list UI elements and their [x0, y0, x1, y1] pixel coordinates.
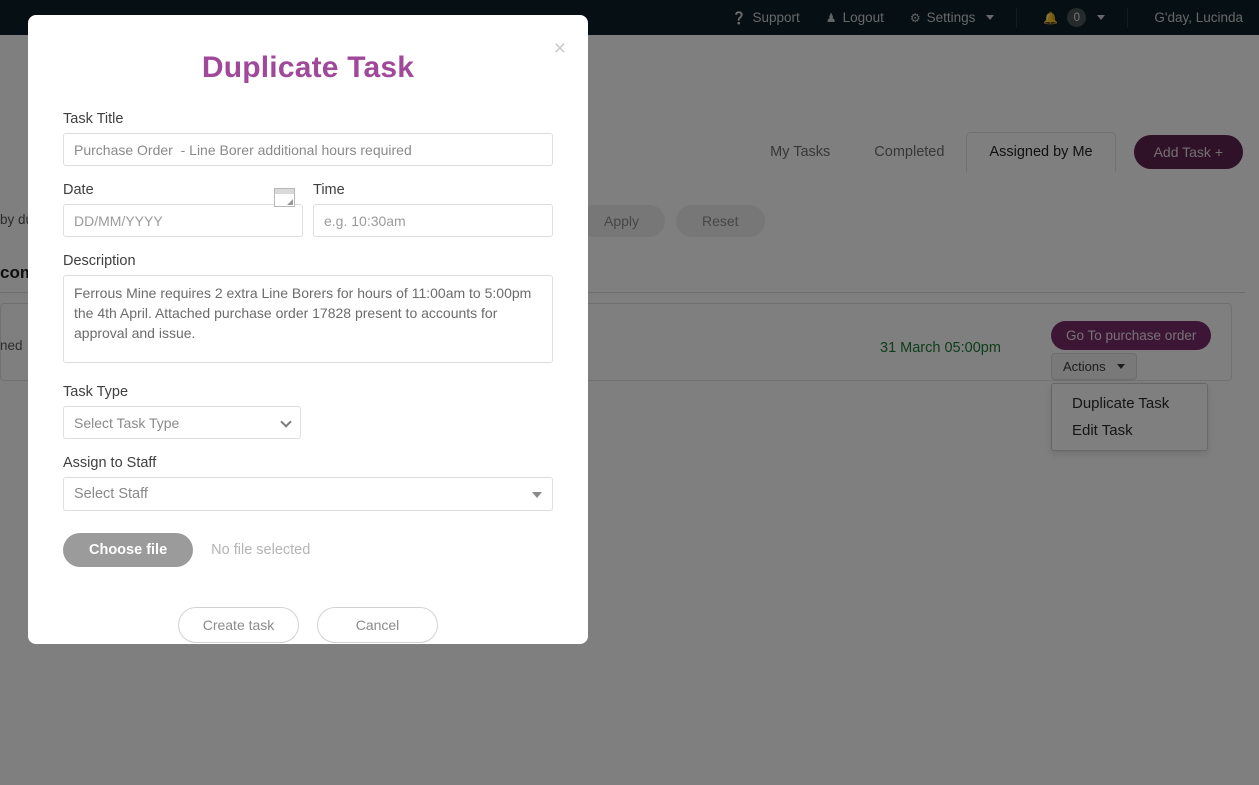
modal-action-buttons: Create task Cancel	[63, 607, 553, 643]
duplicate-task-modal: × Duplicate Task Task Title Date Time	[28, 15, 588, 644]
description-textarea[interactable]: Ferrous Mine requires 2 extra Line Borer…	[63, 275, 553, 363]
field-date: Date	[63, 182, 303, 237]
assign-staff-select[interactable]: Select Staff	[63, 477, 553, 511]
task-type-label: Task Type	[63, 384, 129, 400]
file-status-label: No file selected	[211, 542, 311, 558]
modal-body: Task Title Date Time Description Ferrous…	[28, 111, 588, 643]
task-type-select-wrapper: Select Task Type	[63, 406, 301, 439]
choose-file-button[interactable]: Choose file	[63, 533, 194, 567]
task-title-input[interactable]	[63, 133, 553, 166]
create-task-button[interactable]: Create task	[178, 607, 299, 643]
date-label: Date	[63, 182, 94, 198]
time-input[interactable]	[313, 204, 553, 237]
field-assign-staff: Assign to Staff Select Staff	[63, 455, 553, 511]
close-icon[interactable]: ×	[548, 37, 572, 60]
assign-staff-selected-value: Select Staff	[74, 486, 148, 502]
file-upload-row: Choose file No file selected	[63, 533, 553, 567]
cancel-button[interactable]: Cancel	[317, 607, 438, 643]
field-description: Description Ferrous Mine requires 2 extr…	[63, 253, 553, 368]
assign-staff-label: Assign to Staff	[63, 455, 157, 471]
field-date-time-row: Date Time	[63, 182, 553, 237]
date-input[interactable]	[63, 204, 303, 237]
modal-title: Duplicate Task	[201, 51, 415, 84]
chevron-down-icon	[532, 492, 542, 498]
field-time: Time	[313, 182, 553, 237]
field-task-type: Task Type Select Task Type	[63, 384, 553, 439]
task-title-label: Task Title	[63, 111, 124, 127]
description-label: Description	[63, 253, 136, 269]
page-root: ❔ Support ♟ Logout ⚙ Settings 🔔 0 G'day,…	[0, 0, 1259, 785]
task-type-select[interactable]: Select Task Type	[63, 406, 301, 439]
time-label: Time	[313, 182, 345, 198]
field-task-title: Task Title	[63, 111, 553, 166]
